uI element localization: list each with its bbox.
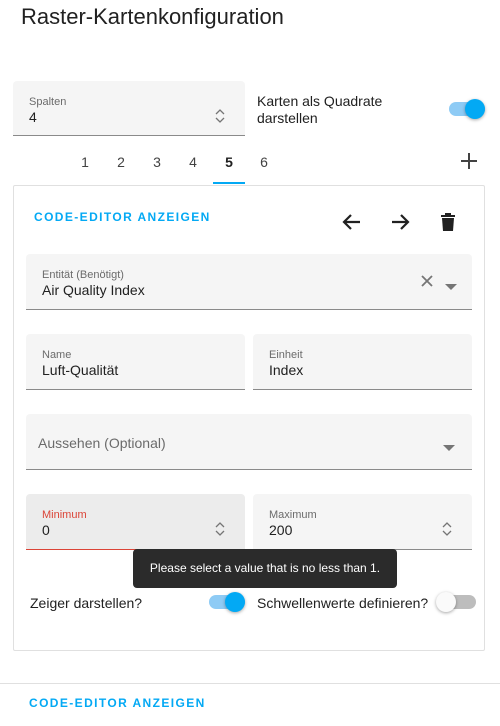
minimum-field[interactable]: Minimum 0 [26,494,245,550]
chevron-down-icon[interactable] [443,439,455,457]
maximum-value[interactable]: 200 [269,522,292,538]
toggle-knob [225,592,245,612]
columns-field[interactable]: Spalten 4 [13,81,245,136]
appearance-select[interactable]: Aussehen (Optional) [26,414,472,470]
square-label: Karten als Quadrate darstellen [257,93,383,126]
unit-field[interactable]: Einheit Index [253,334,472,390]
tab-2[interactable]: 2 [103,148,139,184]
columns-label: Spalten [29,96,67,108]
page-title: Raster-Kartenkonfiguration [21,4,284,29]
name-value[interactable]: Luft-Qualität [42,362,118,378]
code-editor-button[interactable]: CODE-EDITOR ANZEIGEN [34,210,211,224]
tab-4[interactable]: 4 [175,148,211,184]
footer-code-editor-button[interactable]: CODE-EDITOR ANZEIGEN [29,696,206,710]
clear-icon[interactable] [420,274,434,293]
number-stepper-icon[interactable] [438,519,456,539]
unit-label: Einheit [269,349,303,361]
minimum-value[interactable]: 0 [42,522,50,538]
severity-label: Schwellenwerte definieren? [257,595,429,611]
name-field[interactable]: Name Luft-Qualität [26,334,245,390]
severity-toggle[interactable] [436,590,476,614]
maximum-field[interactable]: Maximum 200 [253,494,472,550]
columns-value[interactable]: 4 [29,109,37,125]
number-stepper-icon[interactable] [211,106,229,126]
delete-icon[interactable] [434,208,462,236]
validation-tooltip: Please select a value that is no less th… [133,549,397,588]
chevron-down-icon[interactable] [445,278,457,296]
entity-field[interactable]: Entität (Benötigt) Air Quality Index [26,254,472,310]
entity-value[interactable]: Air Quality Index [42,282,145,298]
needle-label: Zeiger darstellen? [30,595,143,611]
minimum-label: Minimum [42,509,87,521]
appearance-placeholder: Aussehen (Optional) [38,435,166,451]
toggle-knob [465,99,485,119]
arrow-left-icon[interactable] [338,208,366,236]
needle-toggle[interactable] [205,590,245,614]
tab-5[interactable]: 5 [211,148,247,184]
active-tab-indicator [213,182,245,184]
footer-divider [0,683,500,684]
entity-label: Entität (Benötigt) [42,269,124,281]
tab-6[interactable]: 6 [246,148,282,184]
toggle-knob [436,592,456,612]
number-stepper-icon[interactable] [211,519,229,539]
name-label: Name [42,349,72,361]
maximum-label: Maximum [269,509,317,521]
unit-value[interactable]: Index [269,362,303,378]
square-toggle[interactable] [445,97,485,121]
tab-1[interactable]: 1 [67,148,103,184]
arrow-right-icon[interactable] [386,208,414,236]
plus-icon[interactable] [455,147,483,175]
tab-3[interactable]: 3 [139,148,175,184]
